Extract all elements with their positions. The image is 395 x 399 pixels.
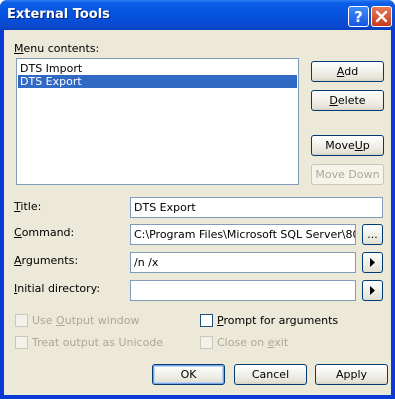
prompt-for-arguments-checkbox[interactable] — [200, 314, 213, 327]
dialog-body: Menu contents: DTS Import DTS Export Add… — [4, 30, 391, 395]
prompt-for-arguments-label: Prompt for arguments — [217, 314, 339, 327]
menu-contents-list[interactable]: DTS Import DTS Export — [16, 58, 299, 185]
cancel-button[interactable]: Cancel — [234, 364, 307, 385]
list-item-dts-import[interactable]: DTS Import — [18, 62, 297, 75]
command-field[interactable]: C:\Program Files\Microsoft SQL Server\80… — [130, 224, 356, 245]
menu-contents-label: Menu contents: — [14, 42, 100, 55]
browse-command-button[interactable]: ... — [362, 224, 383, 245]
initial-directory-menu-button[interactable] — [362, 280, 383, 301]
list-item-label: DTS Import — [20, 62, 83, 75]
initial-directory-label: Initial directory: — [14, 282, 101, 295]
title-bar[interactable]: External Tools ? — [0, 0, 395, 30]
arrow-right-icon — [370, 286, 375, 295]
delete-button[interactable]: Delete — [311, 90, 384, 111]
use-output-window-label: Use Output window — [32, 314, 140, 327]
add-button[interactable]: Add — [311, 61, 384, 82]
command-label: Command: — [14, 226, 75, 239]
close-icon — [375, 10, 388, 23]
close-on-exit-checkbox[interactable] — [200, 336, 213, 349]
arrow-right-icon — [370, 258, 375, 267]
treat-output-unicode-label: Treat output as Unicode — [32, 336, 164, 349]
arguments-menu-button[interactable] — [362, 252, 383, 273]
move-up-button[interactable]: Move Up — [311, 135, 384, 156]
arguments-label: Arguments: — [14, 254, 79, 267]
list-item-label: DTS Export — [20, 75, 82, 88]
external-tools-dialog: External Tools ? Menu contents: DTS Impo… — [0, 0, 395, 399]
help-icon: ? — [354, 7, 363, 26]
title-field[interactable]: DTS Export — [130, 197, 383, 218]
help-button[interactable]: ? — [348, 6, 369, 27]
close-on-exit-label: Close on exit — [217, 336, 289, 349]
treat-output-unicode-checkbox[interactable] — [15, 336, 28, 349]
close-button[interactable] — [371, 6, 392, 27]
use-output-window-checkbox[interactable] — [15, 314, 28, 327]
apply-button[interactable]: Apply — [315, 364, 388, 385]
title-label: Title: — [14, 200, 42, 213]
window-title: External Tools — [7, 7, 110, 22]
list-item-dts-export[interactable]: DTS Export — [18, 75, 297, 88]
ellipsis-icon: ... — [367, 228, 378, 241]
ok-button[interactable]: OK — [152, 364, 225, 385]
move-down-button[interactable]: Move Down — [311, 164, 384, 185]
arguments-field[interactable]: /n /x — [130, 252, 356, 273]
initial-directory-field[interactable] — [130, 280, 356, 301]
